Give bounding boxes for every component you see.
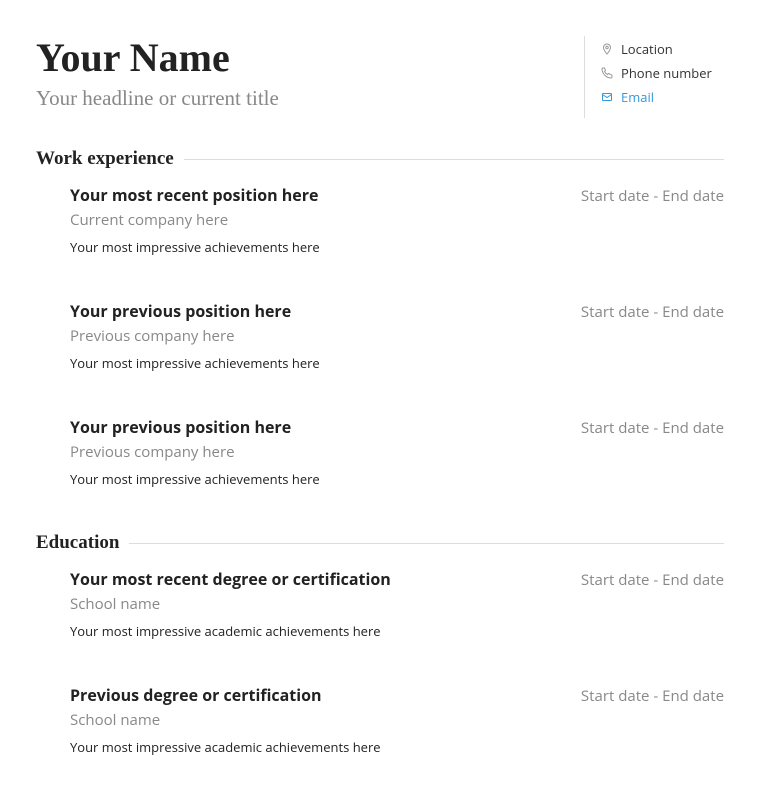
- name-block: Your Name Your headline or current title: [36, 36, 279, 111]
- email-icon: [601, 91, 613, 103]
- contact-email[interactable]: Email: [601, 88, 724, 106]
- entry-description: Your most impressive academic achievemen…: [70, 738, 724, 756]
- entry-description: Your most impressive achievements here: [70, 238, 724, 256]
- entry-school: School name: [70, 594, 724, 614]
- contact-location: Location: [601, 40, 724, 58]
- resume-header: Your Name Your headline or current title…: [36, 36, 724, 118]
- email-text[interactable]: Email: [621, 88, 654, 106]
- phone-icon: [601, 67, 613, 79]
- entry-title: Previous degree or certification: [70, 684, 322, 706]
- entry-dates: Start date - End date: [581, 186, 724, 206]
- entry-title: Your previous position here: [70, 300, 291, 322]
- work-entry: Your previous position here Start date -…: [70, 416, 724, 488]
- education-entry: Your most recent degree or certification…: [70, 568, 724, 640]
- entry-company: Previous company here: [70, 442, 724, 462]
- entry-description: Your most impressive academic achievemen…: [70, 622, 724, 640]
- entry-title: Your most recent position here: [70, 184, 318, 206]
- entry-title: Your most recent degree or certification: [70, 568, 391, 590]
- person-name: Your Name: [36, 36, 279, 80]
- entry-dates: Start date - End date: [581, 570, 724, 590]
- entry-dates: Start date - End date: [581, 302, 724, 322]
- section-title-education: Education: [36, 532, 129, 554]
- entry-dates: Start date - End date: [581, 686, 724, 706]
- work-entry: Your most recent position here Start dat…: [70, 184, 724, 256]
- entry-school: School name: [70, 710, 724, 730]
- section-rule: [184, 159, 724, 160]
- location-icon: [601, 43, 613, 55]
- entry-description: Your most impressive achievements here: [70, 354, 724, 372]
- headline: Your headline or current title: [36, 86, 279, 111]
- entry-company: Current company here: [70, 210, 724, 230]
- section-header-work: Work experience: [36, 148, 724, 170]
- section-header-education: Education: [36, 532, 724, 554]
- contact-phone: Phone number: [601, 64, 724, 82]
- contact-block: Location Phone number Email: [584, 36, 724, 118]
- entry-dates: Start date - End date: [581, 418, 724, 438]
- entry-description: Your most impressive achievements here: [70, 470, 724, 488]
- section-title-work: Work experience: [36, 148, 184, 170]
- phone-text: Phone number: [621, 64, 712, 82]
- entry-company: Previous company here: [70, 326, 724, 346]
- work-entry: Your previous position here Start date -…: [70, 300, 724, 372]
- location-text: Location: [621, 40, 673, 58]
- section-rule: [129, 543, 724, 544]
- education-entry: Previous degree or certification Start d…: [70, 684, 724, 756]
- entry-title: Your previous position here: [70, 416, 291, 438]
